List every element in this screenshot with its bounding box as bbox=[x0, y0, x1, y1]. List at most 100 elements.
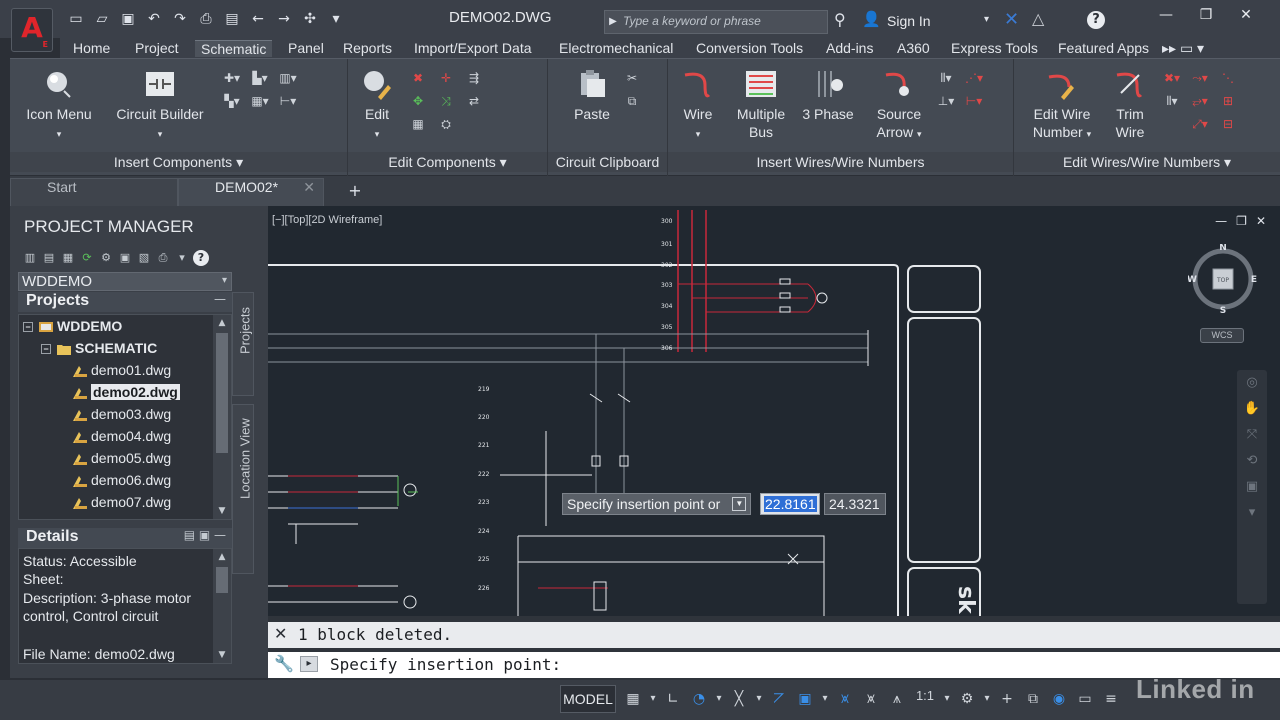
wcs-menu[interactable]: WCS bbox=[1200, 328, 1244, 343]
object-snap-tracking-icon[interactable]: ╳ bbox=[728, 688, 750, 710]
collapse-icon[interactable]: — bbox=[214, 292, 226, 306]
clean-screen-icon[interactable]: ▭ bbox=[1074, 688, 1096, 710]
circuit-builder-button[interactable]: Circuit Builder ▾ bbox=[110, 67, 210, 143]
object-snap-icon[interactable]: ▣ bbox=[794, 688, 816, 710]
close-tab-icon[interactable]: ✕ bbox=[303, 179, 315, 196]
project-select[interactable]: WDDEMO ▾ bbox=[18, 272, 232, 291]
three-phase-button[interactable]: 3 Phase bbox=[796, 67, 860, 123]
viewport-close-icon[interactable]: ✕ bbox=[1256, 214, 1266, 228]
compass-north[interactable]: N bbox=[1219, 244, 1227, 253]
compass-east[interactable]: E bbox=[1251, 275, 1257, 285]
viewport-label[interactable]: [−][Top][2D Wireframe] bbox=[272, 214, 382, 226]
application-menu-button[interactable]: A E bbox=[11, 8, 53, 52]
workspace-dropdown-icon[interactable]: ▾ bbox=[982, 688, 992, 710]
qat-dropdown-icon[interactable]: ▾ bbox=[326, 10, 346, 28]
scroll-up-icon[interactable]: ▲ bbox=[213, 549, 231, 565]
model-space-button[interactable]: MODEL bbox=[560, 685, 616, 713]
align-icon[interactable]: ✥ bbox=[406, 90, 430, 113]
tree-file[interactable]: demo07.dwg bbox=[73, 491, 231, 513]
annotation-visibility-icon[interactable]: ⩙ bbox=[834, 688, 856, 710]
open-icon[interactable]: ▱ bbox=[92, 10, 112, 28]
zoom-icon[interactable]: ⤧ bbox=[1237, 422, 1267, 448]
stretch-wire-icon[interactable]: ⋱ bbox=[1216, 67, 1240, 90]
new-icon[interactable]: ▭ bbox=[66, 10, 86, 28]
insert-components-title[interactable]: Insert Components ▾ bbox=[10, 152, 347, 172]
side-tab-projects[interactable]: Projects bbox=[232, 292, 254, 396]
toolbar-dropdown-icon[interactable]: ▾ bbox=[174, 250, 190, 266]
redo-icon[interactable]: ↷ bbox=[170, 10, 190, 28]
scale-dropdown-icon[interactable]: ▾ bbox=[942, 688, 952, 710]
tree-scrollbar[interactable]: ▲ ▼ bbox=[213, 315, 231, 519]
tab-reports[interactable]: Reports bbox=[343, 40, 392, 56]
viewport-restore-icon[interactable]: ❐ bbox=[1236, 214, 1247, 228]
project-tasks-icon[interactable]: ▣ bbox=[117, 250, 133, 266]
edit-component-button[interactable]: Edit ▾ bbox=[354, 67, 400, 143]
tab-home[interactable]: Home bbox=[73, 40, 110, 56]
scroll-down-icon[interactable]: ▼ bbox=[213, 647, 231, 663]
scroll-thumb[interactable] bbox=[216, 567, 228, 593]
open-project-icon[interactable]: ▥ bbox=[22, 250, 38, 266]
tab-conversion-tools[interactable]: Conversion Tools bbox=[696, 40, 803, 56]
tab-add-ins[interactable]: Add-ins bbox=[826, 40, 873, 56]
command-prompt-icon[interactable]: ▸ bbox=[300, 656, 318, 672]
check-wire-icon[interactable]: ⤢▾ bbox=[1188, 113, 1212, 136]
publish-icon[interactable]: ⎙ bbox=[155, 250, 171, 266]
tree-file[interactable]: demo04.dwg bbox=[73, 425, 231, 447]
dynamic-input-y[interactable]: 24.3321 bbox=[824, 493, 886, 515]
options-dropdown-icon[interactable]: ▼ bbox=[732, 497, 747, 511]
copy-clip-icon[interactable]: ⧉ bbox=[620, 90, 644, 113]
dynamic-input-x[interactable]: 22.8161 bbox=[760, 493, 820, 515]
tree-file[interactable]: demo03.dwg bbox=[73, 403, 231, 425]
change-wire-type-icon[interactable]: ⥂▾ bbox=[1188, 90, 1212, 113]
new-project-icon[interactable]: ▤ bbox=[41, 250, 57, 266]
restore-button[interactable]: ❐ bbox=[1186, 4, 1226, 26]
copy-component-icon[interactable]: ✛ bbox=[434, 67, 458, 90]
cut-icon[interactable]: ✂ bbox=[620, 67, 644, 90]
edit-components-title[interactable]: Edit Components ▾ bbox=[348, 152, 547, 172]
edit-wire-number-button[interactable]: Edit Wire Number ▾ bbox=[1026, 67, 1098, 143]
drawing-canvas[interactable]: sk 300 301 302 303 304 305 306 219 220 2… bbox=[268, 206, 1280, 616]
compass-south[interactable]: S bbox=[1220, 306, 1226, 314]
hardware-acceleration-icon[interactable]: ◉ bbox=[1048, 688, 1070, 710]
circuit-clipboard-title[interactable]: Circuit Clipboard bbox=[548, 152, 667, 172]
search-box[interactable]: ▶ Type a keyword or phrase bbox=[604, 10, 828, 34]
wire-number-icon[interactable]: ⫴▾ bbox=[934, 67, 958, 90]
compass-west[interactable]: W bbox=[1188, 275, 1197, 285]
annotation-scale-icon[interactable]: ⩙ bbox=[860, 688, 882, 710]
showmotion-icon[interactable]: ▣ bbox=[1237, 474, 1267, 500]
tree-file-selected[interactable]: demo02.dwg bbox=[73, 381, 231, 403]
close-command-line-icon[interactable]: ✕ bbox=[274, 624, 287, 643]
insert-connector-icon[interactable]: ▚▾ bbox=[220, 90, 244, 113]
steering-wheel-icon[interactable]: ◎ bbox=[1237, 370, 1267, 396]
project-properties-icon[interactable]: ⚙ bbox=[98, 250, 114, 266]
refresh-icon[interactable]: ⟳ bbox=[79, 250, 95, 266]
tab-featured-apps[interactable]: Featured Apps bbox=[1058, 40, 1149, 56]
pm-help-icon[interactable]: ? bbox=[193, 250, 209, 266]
icon-menu-button[interactable]: Icon Menu ▾ bbox=[20, 67, 98, 143]
back-arrow-icon[interactable]: ← bbox=[248, 10, 268, 28]
workspace-gear-icon[interactable]: ⚙ bbox=[956, 688, 978, 710]
tree-root[interactable]: − WDDEMO bbox=[23, 315, 217, 337]
osnap-dropdown-icon[interactable]: ▾ bbox=[754, 688, 764, 710]
isolate-objects-icon[interactable]: ⧉ bbox=[1022, 688, 1044, 710]
polar-dropdown-icon[interactable]: ▾ bbox=[714, 688, 724, 710]
undo-icon[interactable]: ↶ bbox=[144, 10, 164, 28]
schematic-drawing[interactable]: sk bbox=[268, 206, 1280, 616]
scoot-icon[interactable]: ⇶ bbox=[462, 67, 486, 90]
multiple-bus-button[interactable]: Multiple Bus bbox=[726, 67, 796, 141]
insert-wires-title[interactable]: Insert Wires/Wire Numbers bbox=[668, 152, 1013, 172]
minimize-button[interactable]: — bbox=[1146, 4, 1186, 26]
tree-file[interactable]: demo06.dwg bbox=[73, 469, 231, 491]
tab-panel[interactable]: Panel bbox=[288, 40, 324, 56]
tree-folder-schematic[interactable]: − SCHEMATIC bbox=[41, 337, 231, 359]
trim-wire-button[interactable]: Trim Wire bbox=[1104, 67, 1156, 141]
autodesk-a360-icon[interactable]: △ bbox=[1032, 9, 1044, 28]
toggle-no-nc-icon[interactable]: ⇄ bbox=[462, 90, 486, 113]
side-tab-location-view[interactable]: Location View bbox=[232, 404, 254, 574]
show-wire-icon[interactable]: ⊞ bbox=[1216, 90, 1240, 113]
annotation-monitor-icon[interactable]: + bbox=[996, 688, 1018, 710]
auto-scale-icon[interactable]: ⩚ bbox=[886, 688, 908, 710]
ortho-icon[interactable]: ∟ bbox=[662, 688, 684, 710]
isodraft-icon[interactable]: ⦢ bbox=[768, 688, 790, 710]
sign-in-dropdown-icon[interactable]: ▾ bbox=[984, 14, 989, 25]
